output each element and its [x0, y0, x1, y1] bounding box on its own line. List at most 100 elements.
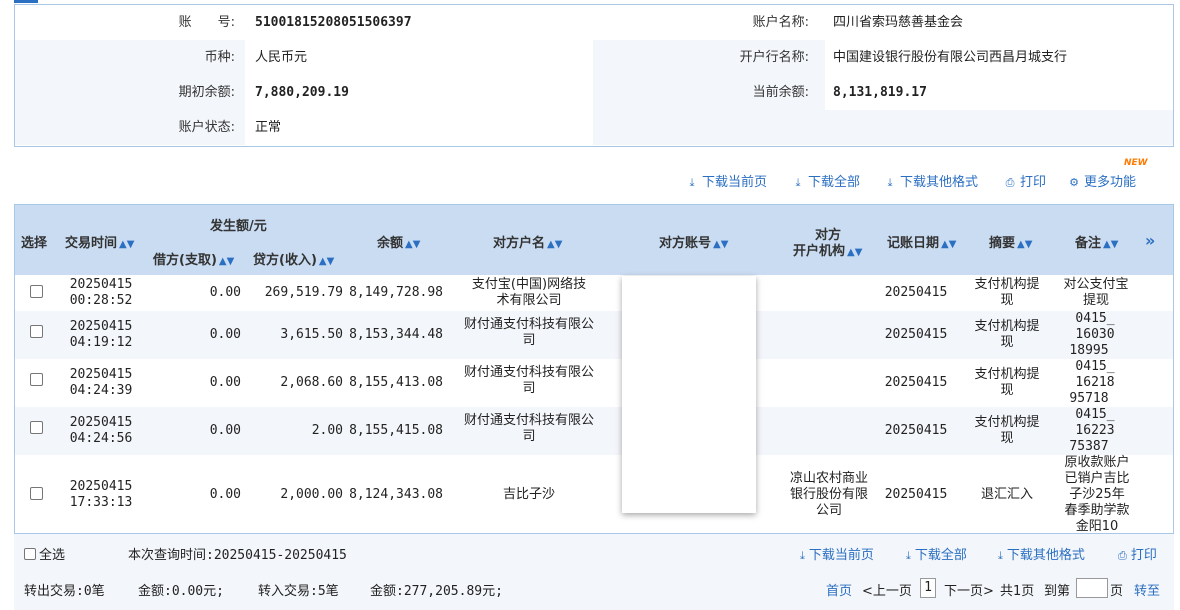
row-summary-cont: 现	[1000, 335, 1014, 350]
column-group-amount: 发生额/元	[210, 219, 267, 234]
download-other-format-button[interactable]: ⤓ 下载其他格式	[884, 171, 978, 195]
row-counterparty-name-cont: 司	[522, 429, 536, 444]
download-icon: ⤓	[998, 549, 1003, 562]
column-remark[interactable]: 备注 ▲▼	[1075, 232, 1118, 251]
footer-download-current-page-button[interactable]: ⤓ 下载当前页	[800, 544, 874, 563]
row-debit: 0.00	[209, 375, 241, 390]
account-name: 四川省索玛慈善基金会	[833, 15, 964, 30]
incoming-amount: 金额:277,205.89元;	[370, 584, 503, 599]
row-remark-cont: 75387	[1069, 439, 1109, 454]
download-all-label: 下载全部	[808, 175, 861, 190]
table-row: 20250415 04:24:39 0.00 2,068.60 8,155,41…	[15, 359, 1173, 407]
row-remark: 原收款账户	[1064, 455, 1130, 470]
select-all-checkbox[interactable]: 全选	[24, 544, 65, 563]
column-debit[interactable]: 借方(支取) ▲▼	[153, 249, 234, 268]
column-balance-label: 余额	[377, 236, 404, 251]
column-counterparty-account[interactable]: 对方账号 ▲▼	[659, 232, 728, 251]
account-row-2: 币种: 人民币元 开户行名称: 中国建设银行股份有限公司西昌月城支行	[15, 40, 1173, 75]
sort-icon: ▲▼	[1103, 239, 1119, 250]
column-counterparty-bank[interactable]: 开户机构 ▲▼	[793, 240, 862, 259]
print-icon: ⎙	[1005, 176, 1015, 189]
sort-icon: ▲▼	[318, 256, 335, 267]
sort-icon: ▲▼	[847, 247, 863, 258]
row-remark: 0415_	[1075, 311, 1115, 326]
sort-icon: ▲▼	[119, 239, 135, 250]
column-summary[interactable]: 摘要 ▲▼	[989, 232, 1032, 251]
transaction-table: 选择 交易时间 ▲▼ 发生额/元 借方(支取) ▲▼ 贷方(收入) ▲▼ 余额 ▲▼ 对…	[14, 204, 1174, 534]
checkbox-box	[24, 548, 36, 560]
current-page: 1	[920, 578, 936, 598]
currency: 人民币元	[255, 50, 308, 65]
row-counterparty-name: 支付宝(中国)网络技	[471, 277, 587, 292]
select-all-label: 全选	[39, 548, 66, 563]
row-remark: 对公支付宝	[1063, 277, 1129, 292]
sort-icon: ▲▼	[941, 239, 957, 250]
row-balance: 8,153,344.48	[349, 327, 443, 342]
print-button[interactable]: ⎙ 打印	[1004, 171, 1046, 195]
column-posting-date[interactable]: 记账日期 ▲▼	[887, 232, 956, 251]
download-icon: ⤓	[887, 176, 893, 189]
account-row-1: 账 号: 51001815208051506397 账户名称: 四川省索玛慈善基…	[15, 5, 1173, 40]
go-button[interactable]: 转至	[1134, 580, 1160, 599]
download-current-page-label: 下载当前页	[702, 175, 768, 190]
download-icon: ⤓	[800, 549, 805, 562]
column-credit-label: 贷方(收入)	[253, 253, 317, 268]
row-time: 04:24:39	[69, 383, 133, 398]
gear-icon: ⚙	[1069, 176, 1079, 189]
more-columns-button[interactable]: »	[1145, 231, 1155, 250]
footer-print-button[interactable]: ⎙ 打印	[1118, 544, 1157, 563]
account-info-panel: 账 号: 51001815208051506397 账户名称: 四川省索玛慈善基…	[14, 4, 1174, 147]
row-remark-cont: 16030	[1075, 327, 1115, 342]
row-time: 04:24:56	[69, 431, 133, 446]
row-date: 20250415	[69, 319, 133, 334]
footer-download-current-page-label: 下载当前页	[808, 548, 874, 563]
row-credit: 2.00	[311, 423, 343, 438]
column-balance[interactable]: 余额 ▲▼	[377, 232, 420, 251]
footer-print-label: 打印	[1130, 548, 1157, 563]
row-posting-date: 20250415	[884, 487, 948, 502]
download-icon: ⤓	[906, 549, 911, 562]
next-page-link[interactable]: 下一页>	[944, 580, 994, 599]
column-credit[interactable]: 贷方(收入) ▲▼	[253, 249, 334, 268]
bank-name: 中国建设银行股份有限公司西昌月城支行	[833, 50, 1068, 65]
row-posting-date: 20250415	[884, 375, 948, 390]
row-remark-cont: 16223	[1075, 423, 1115, 438]
more-functions-button[interactable]: ⚙ 更多功能	[1068, 171, 1136, 195]
row-checkbox[interactable]	[30, 285, 43, 298]
row-summary-cont: 现	[1000, 383, 1014, 398]
download-current-page-button[interactable]: ⤓ 下载当前页	[686, 171, 767, 195]
row-balance: 8,155,415.08	[349, 423, 443, 438]
row-summary-cont: 现	[1000, 293, 1014, 308]
row-remark-cont: 18995	[1069, 343, 1109, 358]
row-posting-date: 20250415	[884, 423, 948, 438]
incoming-count: 转入交易:5笔	[258, 584, 339, 599]
row-credit: 2,068.60	[280, 375, 343, 390]
outgoing-amount: 金额:0.00元;	[138, 584, 224, 599]
row-summary: 支付机构提	[974, 415, 1040, 430]
prev-page-link[interactable]: <上一页	[862, 580, 912, 599]
row-debit: 0.00	[209, 327, 241, 342]
sort-icon: ▲▼	[405, 239, 421, 250]
footer-download-all-button[interactable]: ⤓ 下载全部	[906, 544, 967, 563]
table-row: 20250415 04:24:56 0.00 2.00 8,155,415.08…	[15, 407, 1173, 455]
row-checkbox[interactable]	[30, 421, 43, 434]
row-checkbox[interactable]	[30, 373, 43, 386]
account-status-label: 账户状态:	[178, 120, 235, 135]
currency-label: 币种:	[204, 50, 235, 65]
page-unit-label: 页	[1110, 584, 1124, 599]
footer-download-all-label: 下载全部	[914, 548, 967, 563]
column-transaction-time[interactable]: 交易时间 ▲▼	[65, 232, 134, 251]
row-summary: 支付机构提	[974, 367, 1040, 382]
active-tab-indicator	[14, 0, 38, 3]
page-jump-input[interactable]	[1076, 578, 1108, 598]
row-date: 20250415	[69, 479, 133, 494]
download-all-button[interactable]: ⤓ 下载全部	[792, 171, 860, 195]
row-checkbox[interactable]	[30, 487, 43, 500]
row-remark-cont: 已销户吉比	[1064, 471, 1130, 486]
column-counterparty-account-label: 对方账号	[659, 236, 712, 251]
row-counterparty-bank-cont: 银行股份有限	[789, 487, 868, 502]
first-page-link[interactable]: 首页	[826, 580, 852, 599]
footer-download-other-format-button[interactable]: ⤓ 下载其他格式	[998, 544, 1085, 563]
column-counterparty-name[interactable]: 对方户名 ▲▼	[493, 232, 562, 251]
row-checkbox[interactable]	[30, 325, 43, 338]
